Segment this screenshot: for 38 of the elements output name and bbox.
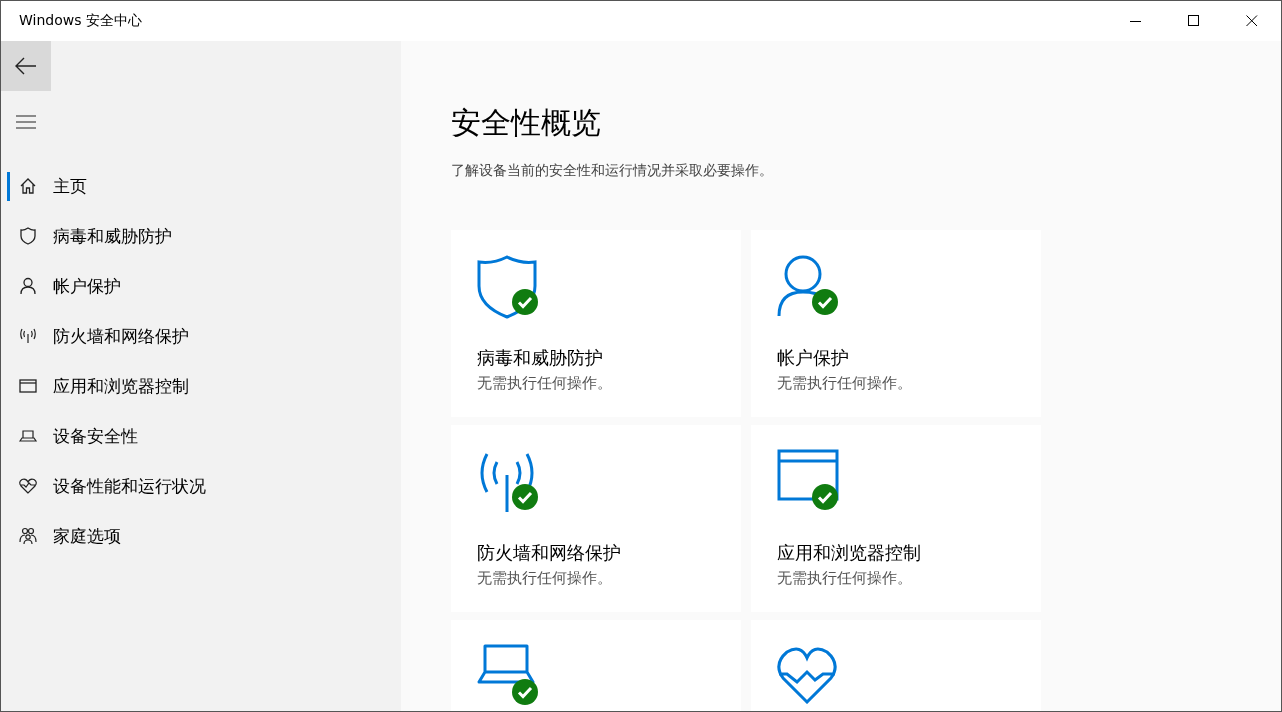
status-card[interactable]: 应用和浏览器控制 无需执行任何操作。 — [751, 425, 1041, 612]
status-card[interactable]: 病毒和威胁防护 无需执行任何操作。 — [451, 230, 741, 417]
card-status: 无需执行任何操作。 — [477, 569, 613, 588]
sidebar-item[interactable]: 设备性能和运行状况 — [1, 461, 401, 511]
card-status: 无需执行任何操作。 — [777, 374, 913, 393]
window-icon — [777, 449, 839, 501]
card-title: 帐户保护 — [777, 346, 850, 370]
back-arrow-icon — [15, 57, 37, 75]
sidebar-item[interactable]: 病毒和威胁防护 — [1, 211, 401, 261]
menu-icon — [16, 115, 36, 129]
sidebar-item[interactable]: 应用和浏览器控制 — [1, 361, 401, 411]
maximize-icon — [1188, 15, 1200, 27]
laptop-icon — [477, 644, 535, 684]
card-title: 病毒和威胁防护 — [477, 346, 604, 370]
heart-icon — [18, 476, 38, 496]
sidebar-item[interactable]: 防火墙和网络保护 — [1, 311, 401, 361]
home-icon — [18, 176, 38, 196]
family-icon — [18, 526, 38, 546]
status-card[interactable]: 帐户保护 无需执行任何操作。 — [751, 230, 1041, 417]
shield-icon — [477, 254, 538, 320]
card-status: 无需执行任何操作。 — [777, 569, 913, 588]
back-button[interactable] — [1, 41, 51, 91]
person-icon — [18, 276, 38, 296]
window-title: Windows 安全中心 — [18, 12, 143, 30]
sidebar-item[interactable]: 主页 — [1, 161, 401, 211]
sidebar-item[interactable]: 家庭选项 — [1, 511, 401, 561]
sidebar-item[interactable]: 帐户保护 — [1, 261, 401, 311]
page-description: 了解设备当前的安全性和运行情况并采取必要操作。 — [451, 162, 774, 180]
card-status: 无需执行任何操作。 — [477, 374, 613, 393]
shield-icon — [18, 226, 38, 246]
close-icon — [1246, 15, 1258, 27]
status-card[interactable]: 防火墙和网络保护 无需执行任何操作。 — [451, 425, 741, 612]
card-title: 应用和浏览器控制 — [777, 541, 922, 565]
sidebar-item[interactable]: 设备安全性 — [1, 411, 401, 461]
card-title: 防火墙和网络保护 — [477, 541, 622, 565]
antenna-icon — [18, 326, 38, 346]
window-icon — [18, 376, 38, 396]
page-heading: 安全性概览 — [451, 104, 602, 142]
